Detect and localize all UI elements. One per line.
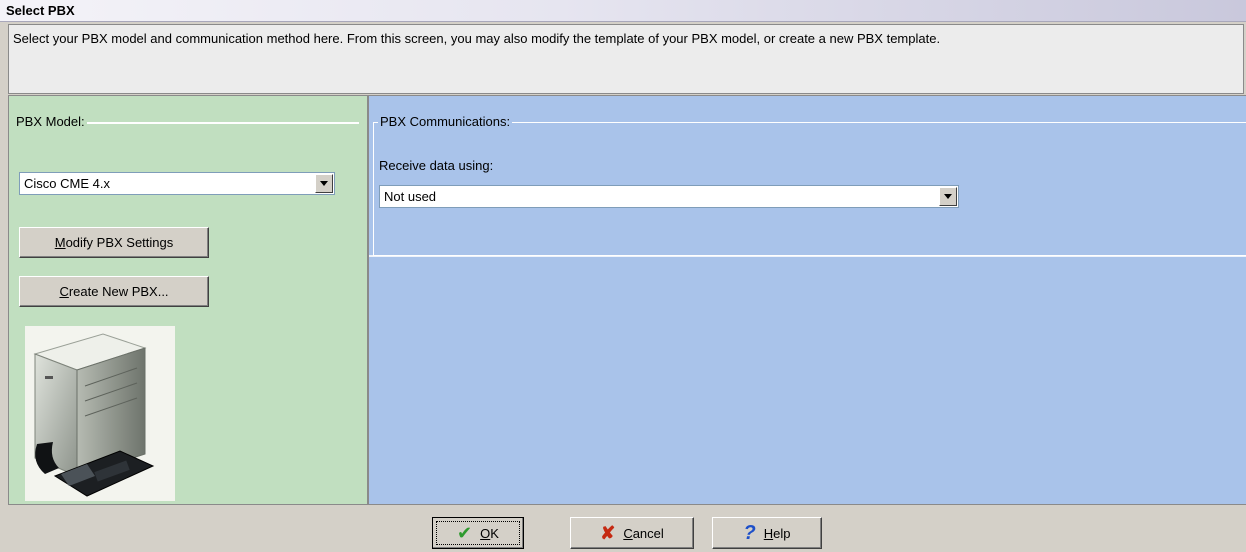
pbx-cabinet-illustration xyxy=(33,333,155,497)
pbx-device-image xyxy=(25,326,175,501)
description-box: Select your PBX model and communication … xyxy=(8,24,1244,94)
pbx-model-label: PBX Model: xyxy=(14,114,87,129)
help-button[interactable]: ? Help xyxy=(712,517,822,549)
chevron-down-icon[interactable] xyxy=(939,187,957,206)
checkmark-icon: ✔ xyxy=(457,523,473,543)
section-divider xyxy=(369,255,1246,257)
receive-data-label: Receive data using: xyxy=(379,158,494,173)
modify-mnemonic: M xyxy=(54,235,66,250)
description-text: Select your PBX model and communication … xyxy=(13,31,941,46)
title-bar: Select PBX xyxy=(0,0,1246,22)
pbx-model-value: Cisco CME 4.x xyxy=(24,176,110,191)
pbx-communications-label: PBX Communications: xyxy=(378,114,513,129)
x-icon: ✘ xyxy=(600,523,616,543)
ok-button[interactable]: ✔ OK xyxy=(432,517,524,549)
cancel-mnemonic: C xyxy=(623,525,633,541)
modify-label: odify PBX Settings xyxy=(65,235,174,250)
pbx-model-select[interactable]: Cisco CME 4.x xyxy=(19,172,335,195)
dialog-button-bar: ✔ OK ✘ Cancel ? Help xyxy=(0,505,1246,552)
ok-label: K xyxy=(490,525,499,541)
chevron-down-icon[interactable] xyxy=(315,174,333,193)
receive-data-value: Not used xyxy=(384,189,437,204)
pbx-model-pane: PBX Model: Cisco CME 4.x Modify PBX Sett… xyxy=(8,95,368,505)
window-title: Select PBX xyxy=(6,3,75,18)
pbx-communications-pane: PBX Communications: Receive data using: … xyxy=(368,95,1246,505)
create-new-pbx-button[interactable]: Create New PBX... xyxy=(19,276,209,307)
create-mnemonic: C xyxy=(59,284,69,299)
cancel-label: ancel xyxy=(632,525,664,541)
help-label: elp xyxy=(773,525,791,541)
ok-mnemonic: O xyxy=(480,525,491,541)
question-icon: ? xyxy=(743,522,756,544)
pbx-model-group: PBX Model: xyxy=(14,114,359,129)
cancel-button[interactable]: ✘ Cancel xyxy=(570,517,694,549)
modify-pbx-settings-button[interactable]: Modify PBX Settings xyxy=(19,227,209,258)
help-mnemonic: H xyxy=(763,525,774,541)
create-label: reate New PBX... xyxy=(68,284,169,299)
receive-data-select[interactable]: Not used xyxy=(379,185,959,208)
